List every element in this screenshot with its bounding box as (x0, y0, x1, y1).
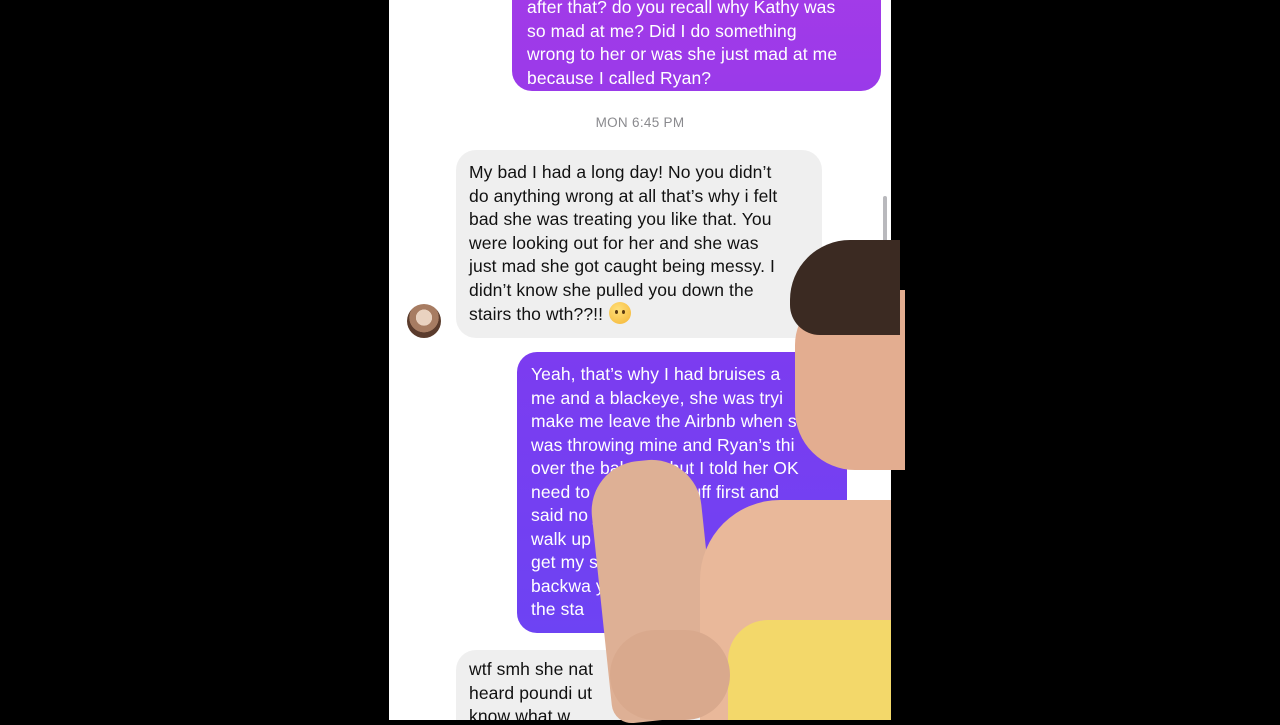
outgoing-message-bubble[interactable]: after that? do you recall why Kathy was … (512, 0, 881, 91)
presenter-top (728, 620, 891, 720)
message-line: do anything wrong at all that’s why i fe… (469, 185, 778, 206)
presenter-overlay (580, 230, 905, 725)
message-line: My bad I had a long day! No you didn’t (469, 162, 772, 182)
message-line: wrong to her or was she just mad at me (527, 44, 838, 64)
message-timestamp: MON 6:45 PM (595, 115, 685, 130)
message-line: after that? do you recall why Kathy was (527, 0, 836, 17)
presenter-hand (610, 630, 730, 720)
message-line: so mad at me? Did I do something (527, 20, 797, 41)
message-line: bad she was treating you like that. You (469, 209, 772, 229)
message-line: because I called Ryan? (527, 67, 712, 88)
presenter-hair (790, 240, 900, 335)
contact-avatar[interactable] (407, 304, 441, 338)
